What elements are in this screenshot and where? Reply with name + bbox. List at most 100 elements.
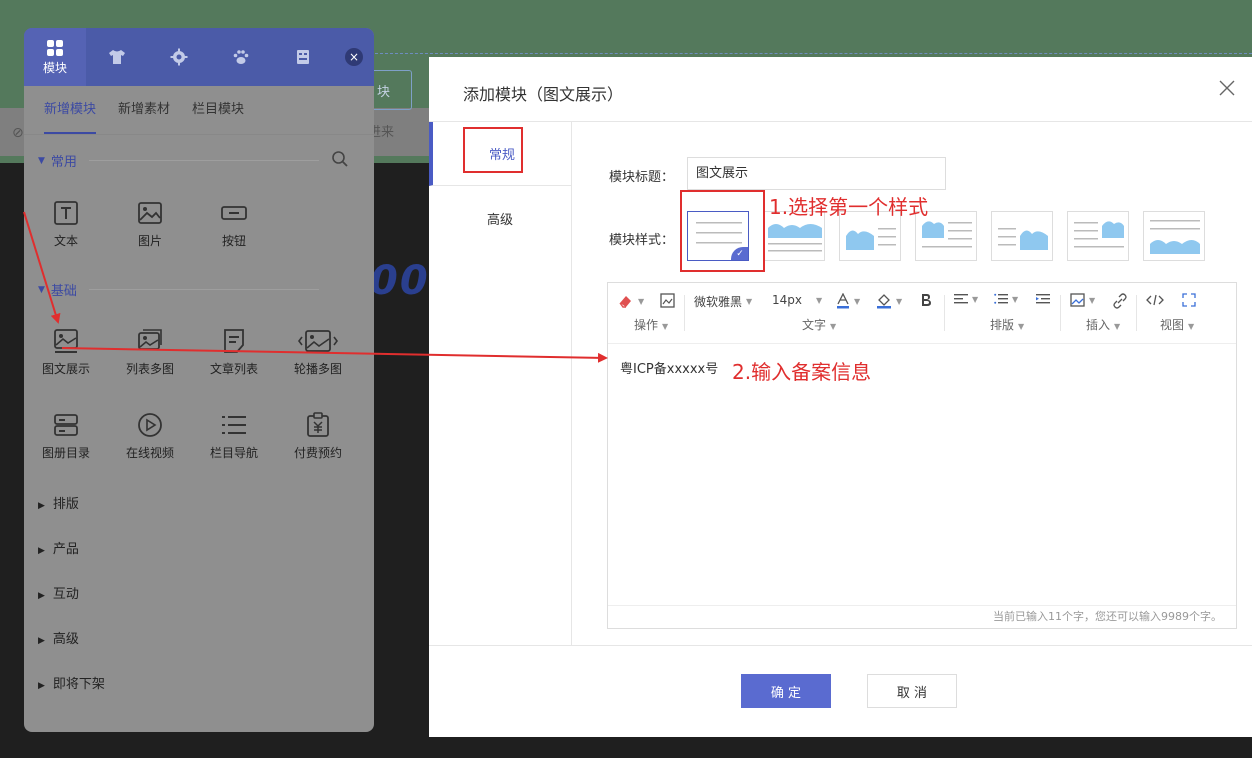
image-edit-button[interactable] bbox=[660, 293, 675, 308]
align-button[interactable]: ▼ bbox=[954, 293, 978, 305]
module-label: 栏目导航 bbox=[209, 446, 258, 460]
section-deprecated[interactable]: ▶ 即将下架 bbox=[38, 673, 105, 692]
panel-tab-modules[interactable]: 模块 bbox=[24, 28, 86, 86]
indent-button[interactable] bbox=[1036, 293, 1050, 305]
triangle-down-icon: ▼ bbox=[38, 155, 45, 166]
panel-tab-theme[interactable] bbox=[86, 28, 148, 86]
section-basic[interactable]: ▼ 基础 bbox=[38, 280, 319, 299]
carousel-icon bbox=[298, 330, 338, 352]
image-icon bbox=[138, 202, 162, 224]
module-carousel[interactable]: 轮播多图 bbox=[278, 328, 358, 377]
section-common-label: 常用 bbox=[50, 155, 77, 170]
panel-header: 模块 × bbox=[24, 28, 374, 86]
background-color-button[interactable]: ▼ bbox=[876, 293, 902, 309]
style-option-5[interactable] bbox=[991, 211, 1053, 261]
insert-link-button[interactable] bbox=[1112, 293, 1128, 309]
toolbar-divider bbox=[1060, 295, 1061, 331]
indent-icon bbox=[1036, 294, 1050, 304]
section-label: 即将下架 bbox=[52, 677, 105, 692]
section-interaction[interactable]: ▶ 互动 bbox=[38, 583, 79, 602]
close-icon[interactable] bbox=[1218, 79, 1236, 97]
module-button[interactable]: 按钮 bbox=[194, 200, 274, 249]
album-catalog-icon bbox=[54, 414, 78, 436]
module-label: 在线视频 bbox=[125, 446, 174, 460]
triangle-right-icon: ▶ bbox=[38, 681, 45, 691]
highlight-general-tab bbox=[463, 127, 523, 173]
triangle-right-icon: ▶ bbox=[38, 636, 45, 646]
subtab-new-material[interactable]: 新增素材 bbox=[118, 86, 170, 134]
panel-tab-label: 模块 bbox=[42, 60, 67, 75]
insert-image-button[interactable]: ▼ bbox=[1070, 293, 1095, 307]
section-advanced[interactable]: ▶ 高级 bbox=[38, 628, 79, 647]
tab-advanced[interactable]: 高级 bbox=[429, 186, 571, 250]
module-paid-booking[interactable]: 付费预约 bbox=[278, 412, 358, 461]
link-icon: ⊘ bbox=[12, 125, 24, 141]
triangle-right-icon: ▶ bbox=[38, 501, 45, 511]
module-panel: 模块 × 新增模块 新增素材 栏目模块 ▼ 常用 文本 图片 按钮 ▼ 基础 图… bbox=[24, 28, 374, 732]
toolbar-group-insert: 插入 ▼ bbox=[1086, 318, 1121, 332]
clipboard-yen-icon bbox=[307, 412, 329, 437]
section-label: 高级 bbox=[52, 632, 79, 647]
subtab-column-module[interactable]: 栏目模块 bbox=[192, 86, 244, 134]
section-common[interactable]: ▼ 常用 bbox=[38, 151, 319, 170]
toolbar-group-operation: 操作 ▼ bbox=[634, 318, 669, 332]
module-label: 付费预约 bbox=[293, 446, 342, 460]
eraser-button[interactable]: ▼ bbox=[618, 293, 644, 309]
module-column-nav[interactable]: 栏目导航 bbox=[194, 412, 274, 461]
module-label: 列表多图 bbox=[125, 362, 174, 376]
highlight-style-option bbox=[680, 190, 765, 272]
module-online-video[interactable]: 在线视频 bbox=[110, 412, 190, 461]
editor-content[interactable]: 粤ICP备xxxxx号 bbox=[620, 358, 718, 377]
gear-icon bbox=[170, 48, 188, 66]
module-article-list[interactable]: 文章列表 bbox=[194, 328, 274, 377]
module-list-images[interactable]: 列表多图 bbox=[110, 328, 190, 377]
font-family-value: 微软雅黑 bbox=[694, 295, 743, 309]
cancel-button[interactable]: 取 消 bbox=[867, 674, 957, 708]
toolbar-divider bbox=[684, 295, 685, 331]
section-layout[interactable]: ▶ 排版 bbox=[38, 493, 79, 512]
module-album-catalog[interactable]: 图册目录 bbox=[26, 412, 106, 461]
style-option-7[interactable] bbox=[1143, 211, 1205, 261]
module-image-text[interactable]: 图文展示 bbox=[26, 328, 106, 377]
font-size-value: 14px bbox=[772, 293, 802, 307]
module-title-input[interactable]: 图文展示 bbox=[687, 157, 946, 190]
fullscreen-button[interactable] bbox=[1182, 293, 1196, 307]
panel-tab-settings[interactable] bbox=[148, 28, 210, 86]
line-height-button[interactable]: ▼ bbox=[994, 293, 1018, 305]
module-image[interactable]: 图片 bbox=[110, 200, 190, 249]
module-text[interactable]: 文本 bbox=[26, 200, 106, 249]
bold-button[interactable] bbox=[920, 293, 932, 307]
module-style-label: 模块样式： bbox=[609, 233, 675, 248]
module-label: 文章列表 bbox=[209, 362, 258, 376]
section-divider bbox=[88, 160, 319, 161]
source-code-button[interactable] bbox=[1146, 293, 1164, 307]
insert-image-icon bbox=[1070, 293, 1085, 307]
confirm-button[interactable]: 确 定 bbox=[741, 674, 831, 708]
dialog-title: 添加模块（图文展示） bbox=[463, 85, 624, 104]
button-icon bbox=[221, 206, 247, 220]
module-label: 按钮 bbox=[221, 234, 246, 248]
editor-toolbar: ▼ 操作 ▼ 微软雅黑 ▼ 14px ▼ ▼ ▼ 文字 ▼ ▼ ▼ 排版 ▼ ▼… bbox=[608, 283, 1236, 344]
list-images-icon bbox=[138, 329, 162, 350]
panel-subtabs: 新增模块 新增素材 栏目模块 bbox=[24, 86, 374, 135]
triangle-right-icon: ▶ bbox=[38, 591, 45, 601]
font-size-select[interactable]: 14px ▼ bbox=[772, 293, 822, 307]
toolbar-divider bbox=[1136, 295, 1137, 331]
background-dashed-guide bbox=[375, 53, 1252, 54]
panel-tab-pets[interactable] bbox=[210, 28, 272, 86]
toolbar-group-layout: 排版 ▼ bbox=[990, 318, 1025, 332]
search-icon[interactable] bbox=[331, 150, 349, 168]
list-indent-icon bbox=[994, 293, 1008, 304]
font-family-select[interactable]: 微软雅黑 ▼ bbox=[694, 293, 752, 310]
annotation-step1: 1.选择第一个样式 bbox=[769, 195, 929, 219]
bold-icon bbox=[922, 294, 931, 306]
style-option-6[interactable] bbox=[1067, 211, 1129, 261]
panel-tab-cabinet[interactable] bbox=[272, 28, 334, 86]
panel-close-button[interactable]: × bbox=[345, 48, 363, 66]
font-color-button[interactable]: ▼ bbox=[836, 293, 860, 309]
subtab-new-module[interactable]: 新增模块 bbox=[44, 86, 97, 134]
eraser-icon bbox=[619, 296, 631, 308]
rich-text-editor: ▼ 操作 ▼ 微软雅黑 ▼ 14px ▼ ▼ ▼ 文字 ▼ ▼ ▼ 排版 ▼ ▼… bbox=[607, 282, 1237, 629]
section-product[interactable]: ▶ 产品 bbox=[38, 538, 79, 557]
section-label: 互动 bbox=[52, 587, 79, 602]
